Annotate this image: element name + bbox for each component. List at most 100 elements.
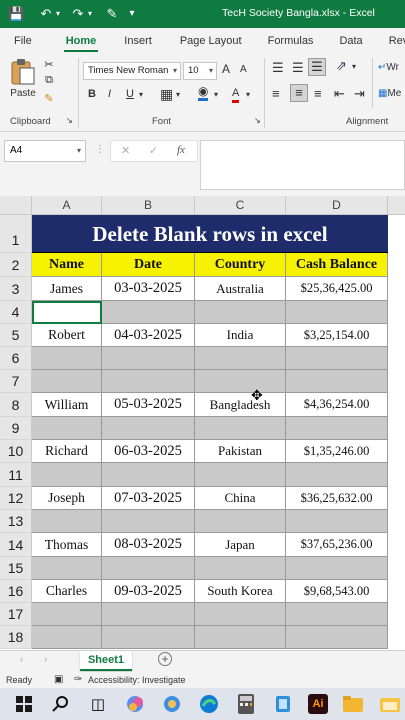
header-cell-date[interactable]: Date xyxy=(102,253,195,277)
column-header-b[interactable]: B xyxy=(102,196,195,215)
cell-country[interactable]: Pakistan xyxy=(195,440,286,463)
cell-date[interactable]: 04-03-2025 xyxy=(102,324,195,347)
align-right-icon[interactable]: ≡ xyxy=(314,86,322,101)
blank-cell[interactable] xyxy=(286,603,388,626)
cell-name[interactable]: Charles xyxy=(32,580,102,603)
macro-record-icon[interactable]: ▣ xyxy=(54,672,63,688)
enter-icon[interactable]: ✓ xyxy=(149,144,158,157)
align-center-icon[interactable]: ≡ xyxy=(290,84,308,102)
blank-cell[interactable] xyxy=(32,510,102,533)
tab-insert[interactable]: Insert xyxy=(114,28,162,54)
tab-data[interactable]: Data xyxy=(329,28,372,54)
row-header[interactable]: 2 xyxy=(0,253,32,277)
format-painter-icon[interactable]: ✎ xyxy=(42,92,56,105)
bold-button[interactable]: B xyxy=(88,88,96,100)
row-header[interactable]: 13 xyxy=(0,510,32,533)
blank-cell[interactable] xyxy=(102,301,195,324)
cell-name[interactable]: Robert xyxy=(32,324,102,347)
blank-cell[interactable] xyxy=(102,557,195,580)
cell-date[interactable]: 09-03-2025 xyxy=(102,580,195,603)
cell-cash-balance[interactable]: $4,36,254.00 xyxy=(286,393,388,417)
tab-review[interactable]: Review xyxy=(379,28,405,54)
column-header-d[interactable]: D xyxy=(286,196,388,215)
formula-bar-grip-icon[interactable]: ⋮ xyxy=(95,144,105,155)
row-header[interactable]: 14 xyxy=(0,533,32,557)
photos-icon[interactable] xyxy=(160,692,184,716)
italic-button[interactable]: I xyxy=(108,88,111,100)
font-color-dropdown-icon[interactable]: ▾ xyxy=(246,90,250,99)
save-icon[interactable]: 💾 xyxy=(8,6,24,22)
illustrator-icon[interactable]: Ai xyxy=(308,694,328,714)
blank-cell[interactable] xyxy=(286,557,388,580)
row-header[interactable]: 3 xyxy=(0,277,32,301)
folder-icon[interactable] xyxy=(378,692,402,716)
blank-cell[interactable] xyxy=(195,301,286,324)
blank-cell[interactable] xyxy=(195,370,286,393)
copilot-icon[interactable] xyxy=(123,692,147,716)
row-header[interactable]: 15 xyxy=(0,557,32,580)
redo-dropdown-icon[interactable]: ▾ xyxy=(86,6,94,22)
row-header[interactable]: 18 xyxy=(0,626,32,649)
row-header[interactable]: 4 xyxy=(0,301,32,324)
cell-country[interactable]: Bangladesh xyxy=(195,393,286,417)
blank-cell[interactable] xyxy=(102,347,195,370)
blank-cell[interactable] xyxy=(102,463,195,487)
blank-cell[interactable] xyxy=(102,417,195,440)
blank-cell[interactable] xyxy=(286,301,388,324)
fill-color-dropdown-icon[interactable]: ▾ xyxy=(214,90,218,99)
row-header[interactable]: 9 xyxy=(0,417,32,440)
blank-cell[interactable] xyxy=(286,510,388,533)
tab-formulas[interactable]: Formulas xyxy=(258,28,324,54)
decrease-font-size-button[interactable]: A xyxy=(240,64,247,75)
blank-cell[interactable] xyxy=(195,510,286,533)
row-header[interactable]: 12 xyxy=(0,487,32,510)
cell-date[interactable]: 03-03-2025 xyxy=(102,277,195,301)
cut-icon[interactable]: ✂ xyxy=(42,58,56,71)
cell-country[interactable]: South Korea xyxy=(195,580,286,603)
cancel-icon[interactable]: ✕ xyxy=(121,144,130,157)
paste-button[interactable]: Paste xyxy=(8,58,38,104)
cell-cash-balance[interactable]: $37,65,236.00 xyxy=(286,533,388,557)
blank-cell[interactable] xyxy=(286,463,388,487)
undo-dropdown-icon[interactable]: ▾ xyxy=(54,6,62,22)
cell-country[interactable]: Japan xyxy=(195,533,286,557)
selected-cell-a4[interactable] xyxy=(32,301,102,324)
cell-name[interactable]: Thomas xyxy=(32,533,102,557)
blank-cell[interactable] xyxy=(195,603,286,626)
blank-cell[interactable] xyxy=(195,626,286,649)
blank-cell[interactable] xyxy=(32,370,102,393)
tab-file[interactable]: File xyxy=(0,28,42,54)
font-size-dropdown[interactable]: 10 ▾ xyxy=(183,62,217,80)
cell-country[interactable]: Australia xyxy=(195,277,286,301)
row-header[interactable]: 17 xyxy=(0,603,32,626)
cell-country[interactable]: China xyxy=(195,487,286,510)
blank-cell[interactable] xyxy=(195,557,286,580)
orientation-dropdown-icon[interactable]: ▾ xyxy=(352,62,356,71)
header-cell-country[interactable]: Country xyxy=(195,253,286,277)
increase-indent-icon[interactable]: ⇥ xyxy=(354,86,365,102)
cell-date[interactable]: 05-03-2025 xyxy=(102,393,195,417)
edge-icon[interactable] xyxy=(197,692,221,716)
sheet-title-cell[interactable]: Delete Blank rows in excel xyxy=(32,215,388,253)
borders-icon[interactable]: ▦ xyxy=(160,86,173,103)
calculator-icon[interactable] xyxy=(234,692,258,716)
blank-cell[interactable] xyxy=(195,463,286,487)
row-header[interactable]: 7 xyxy=(0,370,32,393)
task-view-icon[interactable]: ◫ xyxy=(86,692,110,716)
align-left-icon[interactable]: ≡ xyxy=(272,86,280,101)
blank-cell[interactable] xyxy=(286,370,388,393)
blank-cell[interactable] xyxy=(32,347,102,370)
notes-icon[interactable] xyxy=(271,692,295,716)
blank-cell[interactable] xyxy=(32,603,102,626)
touch-mode-icon[interactable]: ✎ xyxy=(104,6,120,22)
accessibility-icon[interactable]: ✑ xyxy=(74,672,82,688)
blank-cell[interactable] xyxy=(32,557,102,580)
blank-cell[interactable] xyxy=(286,417,388,440)
cell-name[interactable]: Richard xyxy=(32,440,102,463)
windows-start-icon[interactable] xyxy=(12,692,36,716)
cell-cash-balance[interactable]: $36,25,632.00 xyxy=(286,487,388,510)
cell-country[interactable]: India xyxy=(195,324,286,347)
row-header[interactable]: 1 xyxy=(0,215,32,253)
cell-date[interactable]: 07-03-2025 xyxy=(102,487,195,510)
column-header-e[interactable] xyxy=(388,196,405,215)
